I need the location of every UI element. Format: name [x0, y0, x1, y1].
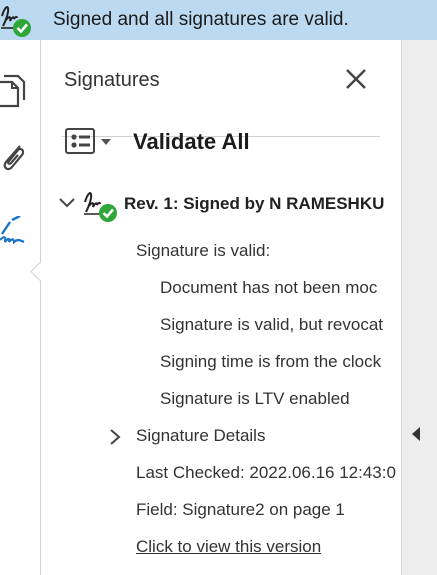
signature-status-banner: Signed and all signatures are valid.	[0, 0, 437, 40]
close-icon[interactable]	[343, 66, 369, 92]
signature-detail-item: Signature is LTV enabled	[160, 389, 350, 408]
panel-title: Signatures	[64, 69, 160, 91]
validate-all-button[interactable]: Validate All	[133, 129, 250, 155]
signature-detail-item: Signing time is from the clock	[160, 352, 382, 371]
signature-detail-item: Signature is valid, but revocat	[160, 315, 384, 334]
chevron-right-icon[interactable]	[108, 428, 122, 446]
signature-valid-icon	[0, 2, 34, 38]
signature-valid-icon	[81, 186, 119, 222]
left-tool-rail	[0, 40, 49, 575]
panel-splitter[interactable]	[401, 40, 437, 575]
collapse-panel-icon[interactable]	[410, 426, 422, 442]
last-checked-text: Last Checked: 2022.06.16 12:43:0	[136, 463, 396, 482]
signature-status-heading: Signature is valid:	[136, 241, 271, 260]
banner-message: Signed and all signatures are valid.	[53, 9, 349, 30]
field-info-text: Field: Signature2 on page 1	[136, 500, 345, 519]
view-version-link[interactable]: Click to view this version	[136, 537, 321, 557]
signature-options-menu-button[interactable]	[64, 127, 114, 157]
revision-label[interactable]: Rev. 1: Signed by N RAMESHKU	[124, 194, 384, 214]
signature-details-toggle[interactable]: Signature Details	[136, 426, 265, 446]
attachment-icon[interactable]	[0, 140, 26, 174]
signature-pen-icon[interactable]	[0, 214, 28, 250]
signatures-panel: Signatures Validate All Rev. 1: Signed b…	[41, 40, 401, 575]
chevron-down-icon[interactable]	[58, 196, 76, 210]
pages-icon[interactable]	[0, 74, 26, 108]
signature-detail-item: Document has not been moc	[160, 278, 378, 297]
